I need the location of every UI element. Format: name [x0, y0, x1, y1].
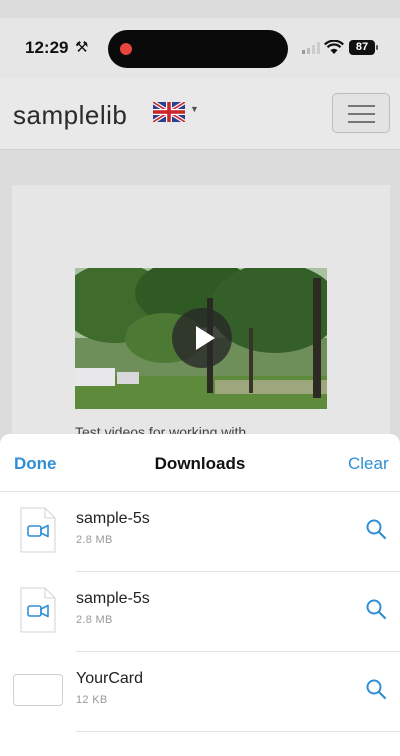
- downloads-sheet: Downloads Done Clear sample-5s 2.8 MB sa…: [0, 434, 400, 756]
- done-button[interactable]: Done: [14, 454, 57, 474]
- download-item[interactable]: sample-5s 2.8 MB: [0, 572, 400, 652]
- download-size: 12 KB: [76, 694, 108, 706]
- menu-bar-icon: [348, 121, 375, 123]
- clear-button[interactable]: Clear: [348, 454, 389, 474]
- video-file-icon: [20, 507, 56, 553]
- download-size: 2.8 MB: [76, 534, 113, 546]
- battery-icon: 87: [349, 40, 375, 55]
- row-divider: [76, 731, 400, 732]
- video-file-icon: [20, 587, 56, 633]
- download-name: sample-5s: [76, 510, 150, 527]
- download-size: 2.8 MB: [76, 614, 113, 626]
- battery-tip: [376, 45, 378, 50]
- menu-button[interactable]: [332, 93, 390, 133]
- wifi-icon: [324, 40, 344, 54]
- download-item[interactable]: sample-5s 2.8 MB: [0, 492, 400, 572]
- menu-bar-icon: [348, 105, 375, 107]
- status-time: 12:29: [25, 38, 69, 57]
- recording-dot-icon: [120, 43, 132, 55]
- sheet-header: Downloads Done Clear: [0, 434, 400, 492]
- search-icon[interactable]: [365, 678, 387, 700]
- search-icon[interactable]: [365, 518, 387, 540]
- search-icon[interactable]: [365, 598, 387, 620]
- tools-icon: ⚒: [75, 39, 89, 56]
- site-logo[interactable]: samplelib: [13, 100, 127, 131]
- cellular-signal-icon: [302, 42, 320, 54]
- blank-file-icon: [13, 674, 63, 706]
- language-caret-icon[interactable]: ▼: [190, 104, 199, 114]
- uk-flag-icon[interactable]: [153, 102, 185, 122]
- download-name: YourCard: [76, 670, 144, 687]
- dynamic-island: [108, 30, 288, 68]
- download-item[interactable]: YourCard 12 KB: [0, 652, 400, 732]
- download-name: sample-5s: [76, 590, 150, 607]
- sheet-title: Downloads: [154, 454, 246, 473]
- menu-bar-icon: [348, 113, 375, 115]
- play-icon: [196, 326, 215, 350]
